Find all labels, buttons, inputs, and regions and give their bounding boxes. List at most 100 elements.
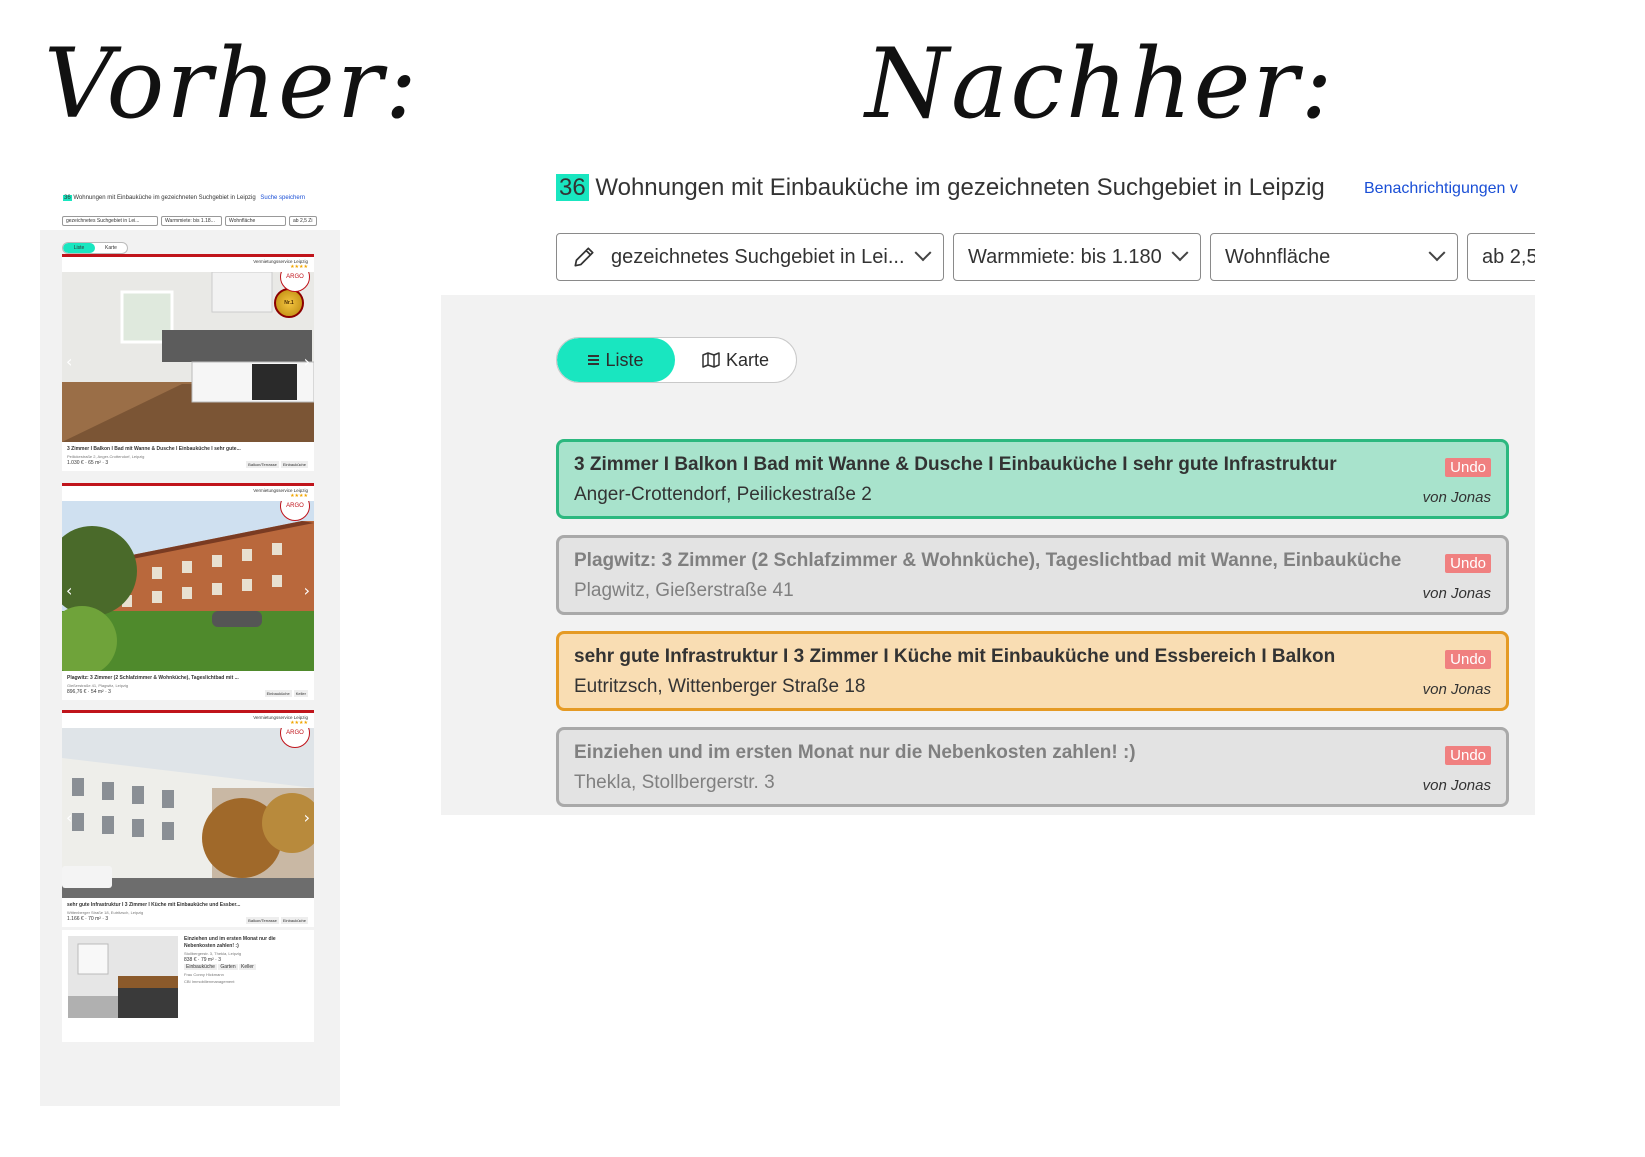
thumbnail-map-tab[interactable]: Karte (95, 243, 127, 253)
thumbnail-tag: Balkon/Terrasse (246, 461, 279, 468)
thumbnail-rating-stars: ★★★★ (290, 493, 308, 499)
listing-title[interactable]: Einziehen und im ersten Monat nur die Ne… (574, 742, 1424, 764)
thumbnail-filter-size[interactable]: Wohnfläche (225, 216, 286, 226)
thumbnail-view-toggle[interactable]: Liste Karte (62, 242, 128, 254)
rated-by: von Jonas (1422, 777, 1491, 794)
thumbnail-tag: Einbauküche (264, 690, 292, 697)
thumbnail-rating-stars: ★★★★ (290, 720, 308, 726)
listing-title[interactable]: sehr gute Infrastruktur I 3 Zimmer I Küc… (574, 646, 1424, 668)
result-title-text: Wohnungen mit Einbauküche im gezeichnete… (595, 174, 1325, 201)
thumbnail-listing-card[interactable]: Vermietungsservice Leipzig ★★★★ Nr.1 ARG… (62, 254, 314, 471)
listing-entry[interactable]: 3 Zimmer I Balkon I Bad mit Wanne & Dusc… (556, 439, 1509, 519)
thumbnail-listing-address: Peilickestraße 2, Anger-Crottendorf, Lei… (67, 454, 145, 459)
thumbnail-area: 79 m² (200, 957, 214, 963)
before-screenshot: 36 Wohnungen mit Einbauküche im gezeichn… (40, 190, 340, 1106)
thumbnail-card-header: Vermietungsservice Leipzig ★★★★ (62, 713, 314, 728)
award-medal-icon: Nr.1 (274, 288, 304, 318)
street-photo[interactable]: ARGO ‹ › (62, 728, 314, 898)
rated-by: von Jonas (1422, 585, 1491, 602)
thumbnail-rooms: 3 (105, 916, 109, 922)
list-view-label: Liste (605, 349, 644, 370)
chevron-down-icon (1428, 244, 1446, 262)
interior-photo-illustration (68, 936, 178, 1018)
undo-button[interactable]: Undo (1445, 746, 1491, 765)
thumbnail-listing-title[interactable]: Einziehen und im ersten Monat nur die Ne… (184, 936, 308, 950)
next-image-icon[interactable]: › (304, 352, 310, 371)
listing-address: Plagwitz, Gießerstraße 41 (574, 580, 794, 601)
undo-button[interactable]: Undo (1445, 458, 1491, 477)
thumbnail-rooms: 3 (108, 689, 111, 695)
thumbnail-result-title: 36 Wohnungen mit Einbauküche im gezeichn… (63, 195, 305, 201)
thumbnail-listing-title[interactable]: Plagwitz: 3 Zimmer (2 Schlafzimmer & Woh… (67, 675, 309, 682)
thumbnail-listing-card[interactable]: Einziehen und im ersten Monat nur die Ne… (62, 930, 314, 1042)
thumbnail-price: 1.166 € (67, 916, 84, 922)
thumbnail-price: 896,76 € (67, 689, 87, 695)
rated-by: von Jonas (1422, 681, 1491, 698)
thumbnail-tag: Garten (218, 964, 238, 970)
kitchen-photo[interactable]: Nr.1 ARGO ‹ › (62, 272, 314, 442)
thumbnail-result-text: Wohnungen mit Einbauküche im gezeichnete… (73, 195, 256, 201)
listing-title[interactable]: Plagwitz: 3 Zimmer (2 Schlafzimmer & Woh… (574, 550, 1424, 572)
thumbnail-listing-card[interactable]: Vermietungsservice Leipzig ★★★★ ARGO ‹ › (62, 710, 314, 927)
living-area-filter-label: Wohnfläche (1225, 245, 1331, 268)
prev-image-icon[interactable]: ‹ (66, 808, 72, 827)
next-image-icon[interactable]: › (304, 808, 310, 827)
thumbnail-price: 838 € (184, 957, 197, 963)
prev-image-icon[interactable]: ‹ (66, 581, 72, 600)
thumbnail-listing-card[interactable]: Vermietungsservice Leipzig ★★★★ ARGO ‹ ›… (62, 483, 314, 700)
interior-photo[interactable] (68, 936, 178, 1018)
rent-filter[interactable]: Warmmiete: bis 1.180 ... (953, 233, 1201, 281)
result-title: 36 Wohnungen mit Einbauküche im gezeichn… (556, 174, 1325, 202)
building-photo-illustration (62, 501, 314, 671)
thumbnail-rooms: 3 (105, 460, 109, 466)
thumbnail-tag: Einbauküche (280, 461, 308, 468)
chevron-down-icon (914, 244, 932, 262)
thumbnail-filter-rooms[interactable]: ab 2,5 Zi (289, 216, 317, 226)
listing-entry[interactable]: sehr gute Infrastruktur I 3 Zimmer I Küc… (556, 631, 1509, 711)
rent-filter-label: Warmmiete: bis 1.180 ... (968, 245, 1164, 268)
thumbnail-tag: Keller (293, 690, 308, 697)
before-heading: Vorher: (44, 28, 420, 140)
thumbnail-card-header: Vermietungsservice Leipzig ★★★★ (62, 257, 314, 272)
listing-address: Eutritzsch, Wittenberger Straße 18 (574, 676, 866, 697)
thumbnail-tag: Einbauküche (280, 917, 308, 924)
listing-address: Anger-Crottendorf, Peilickestraße 2 (574, 484, 872, 505)
search-area-filter-label: gezeichnetes Suchgebiet in Lei... (611, 245, 905, 268)
thumbnail-listing-title[interactable]: sehr gute Infrastruktur I 3 Zimmer I Küc… (67, 902, 309, 909)
view-toggle: Liste Karte (556, 337, 797, 383)
thumbnail-tag: Balkon/Terrasse (246, 917, 279, 924)
thumbnail-contact: Frau Conny Hickmann (184, 972, 224, 977)
listing-entry[interactable]: Plagwitz: 3 Zimmer (2 Schlafzimmer & Woh… (556, 535, 1509, 615)
thumbnail-rating-stars: ★★★★ (290, 264, 308, 270)
rooms-filter[interactable]: ab 2,5 (1467, 233, 1535, 281)
thumbnail-price: 1.030 € (67, 460, 84, 466)
search-area-filter[interactable]: gezeichnetes Suchgebiet in Lei... (556, 233, 944, 281)
undo-button[interactable]: Undo (1445, 650, 1491, 669)
living-area-filter[interactable]: Wohnfläche (1210, 233, 1458, 281)
thumbnail-filter-area[interactable]: gezeichnetes Suchgebiet in Lei... (62, 216, 158, 226)
listing-title[interactable]: 3 Zimmer I Balkon I Bad mit Wanne & Dusc… (574, 454, 1424, 476)
listing-entry[interactable]: Einziehen und im ersten Monat nur die Ne… (556, 727, 1509, 807)
undo-button[interactable]: Undo (1445, 554, 1491, 573)
rated-by: von Jonas (1422, 489, 1491, 506)
thumbnail-listing-address: Gießerstraße 41, Plagwitz, Leipzig (67, 683, 129, 688)
thumbnail-card-header: Vermietungsservice Leipzig ★★★★ (62, 486, 314, 501)
building-photo[interactable]: ARGO ‹ › (62, 501, 314, 671)
list-view-tab[interactable]: Liste (557, 338, 675, 382)
thumbnail-save-search-link[interactable]: Suche speichern (260, 195, 305, 201)
prev-image-icon[interactable]: ‹ (66, 352, 72, 371)
result-count: 36 (556, 174, 589, 201)
map-view-tab[interactable]: Karte (675, 338, 796, 382)
thumbnail-rooms: 3 (218, 957, 221, 963)
thumbnail-listing-title[interactable]: 3 Zimmer I Balkon I Bad mit Wanne & Dusc… (67, 446, 309, 453)
thumbnail-filter-rent[interactable]: Warmmiete: bis 1.18... (161, 216, 222, 226)
map-view-label: Karte (725, 349, 770, 370)
thumbnail-area: 54 m² (90, 689, 104, 695)
notifications-link[interactable]: Benachrichtigungen v (1364, 180, 1535, 198)
next-image-icon[interactable]: › (304, 581, 310, 600)
thumbnail-list-tab[interactable]: Liste (63, 243, 95, 253)
chevron-down-icon (1171, 244, 1189, 262)
thumbnail-tag: Keller (239, 964, 256, 970)
list-icon (588, 355, 600, 365)
thumbnail-card-info: 3 Zimmer I Balkon I Bad mit Wanne & Dusc… (62, 442, 314, 471)
